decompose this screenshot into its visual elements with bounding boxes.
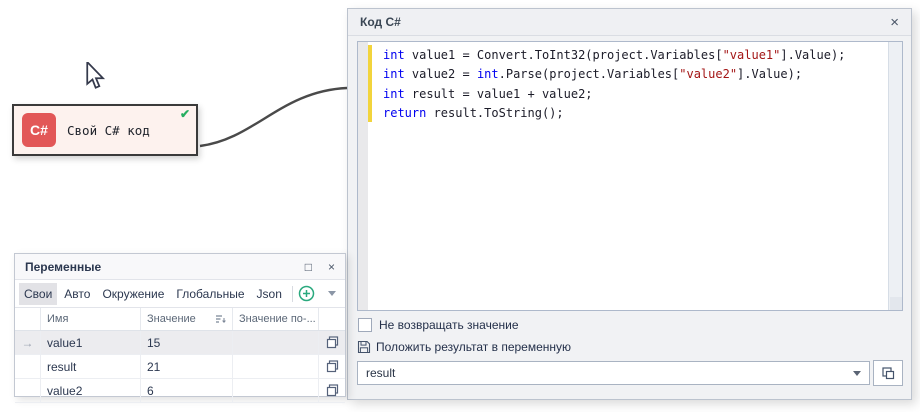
column-value: Значение [141,308,233,330]
code-line: int result = value1 + value2; [383,85,886,104]
code-line: int value2 = int.Parse(project.Variables… [383,65,886,84]
variable-copy-cell[interactable] [319,379,345,402]
activity-node-csharp-code[interactable]: C# Свой C# код ✔ [12,104,198,156]
tabs-separator [292,286,293,302]
table-row[interactable]: result21 [15,355,345,379]
row-indicator [15,379,41,402]
variables-panel: Переменные □ × СвоиАвтоОкружениеГлобальн… [14,253,346,397]
copy-icon[interactable] [326,360,339,373]
mouse-cursor-icon [85,62,107,90]
chevron-down-icon[interactable] [853,371,861,376]
no-return-row: Не возвращать значение [358,318,519,332]
copy-icon[interactable] [326,336,339,349]
tab-глобальные[interactable]: Глобальные [171,283,249,305]
variables-table-header: Имя Значение Значение по-... [15,308,345,331]
result-variable-value: result [366,366,395,380]
save-result-row: Положить результат в переменную [357,340,571,354]
code-line: int value1 = Convert.ToInt32(project.Var… [383,46,886,65]
variable-copy-cell[interactable] [319,355,345,378]
tab-авто[interactable]: Авто [59,283,95,305]
plus-circle-icon [298,285,315,302]
close-icon[interactable]: × [890,15,899,30]
result-variable-combobox[interactable]: result [357,361,870,385]
close-icon[interactable]: × [328,261,335,273]
tab-json[interactable]: Json [252,283,287,305]
editor-vertical-scrollbar[interactable] [888,42,902,310]
variables-tabs: СвоиАвтоОкружениеГлобальныеJson [15,280,345,308]
success-check-icon: ✔ [180,107,190,121]
workflow-designer: { "canvas": { "node": { "icon_label": "C… [0,0,920,412]
code-editor[interactable]: int value1 = Convert.ToInt32(project.Var… [357,41,903,311]
variable-value-cell[interactable]: 15 [141,331,233,354]
row-indicator-header [15,308,41,330]
modified-lines-bar [368,45,372,122]
variables-titlebar: Переменные □ × [15,254,345,280]
no-return-checkbox[interactable] [358,318,372,332]
tab-свои[interactable]: Свои [19,283,57,305]
variable-name-cell[interactable]: value1 [41,331,141,354]
csharp-icon: C# [22,113,56,147]
code-panel-title: Код C# [360,15,401,29]
variable-value-cell[interactable]: 6 [141,379,233,402]
variable-default-cell[interactable] [233,379,319,402]
scrollbar-corner [890,297,902,310]
variable-default-cell[interactable] [233,331,319,354]
variable-default-cell[interactable] [233,355,319,378]
maximize-icon[interactable]: □ [305,261,312,273]
table-row[interactable]: value26 [15,379,345,403]
row-indicator: → [15,331,41,354]
row-indicator [15,355,41,378]
save-result-label: Положить результат в переменную [376,340,571,354]
code-lines: int value1 = Convert.ToInt32(project.Var… [383,46,886,123]
add-variable-button[interactable] [297,284,317,304]
editor-gutter [358,42,368,310]
column-default: Значение по-... [233,308,319,330]
sort-icon[interactable] [215,314,226,324]
code-panel-header: Код C# × [348,9,911,36]
column-actions [319,308,345,330]
table-row[interactable]: →value115 [15,331,345,355]
no-return-label: Не возвращать значение [379,318,519,332]
column-name: Имя [41,308,141,330]
code-line: return result.ToString(); [383,104,886,123]
code-editor-panel: Код C# × int value1 = Convert.ToInt32(pr… [347,8,912,400]
node-label: Свой C# код [67,123,150,138]
variable-picker-button[interactable] [873,360,903,386]
tab-окружение[interactable]: Окружение [97,283,169,305]
variable-name-cell[interactable]: result [41,355,141,378]
variable-value-cell[interactable]: 21 [141,355,233,378]
save-icon [357,340,371,354]
variables-icon [881,366,896,381]
variable-name-cell[interactable]: value2 [41,379,141,402]
variables-title: Переменные [25,260,101,274]
chevron-down-icon[interactable] [328,291,336,296]
variables-rows: →value115result21value26 [15,331,345,403]
variable-copy-cell[interactable] [319,331,345,354]
copy-icon[interactable] [326,384,339,397]
